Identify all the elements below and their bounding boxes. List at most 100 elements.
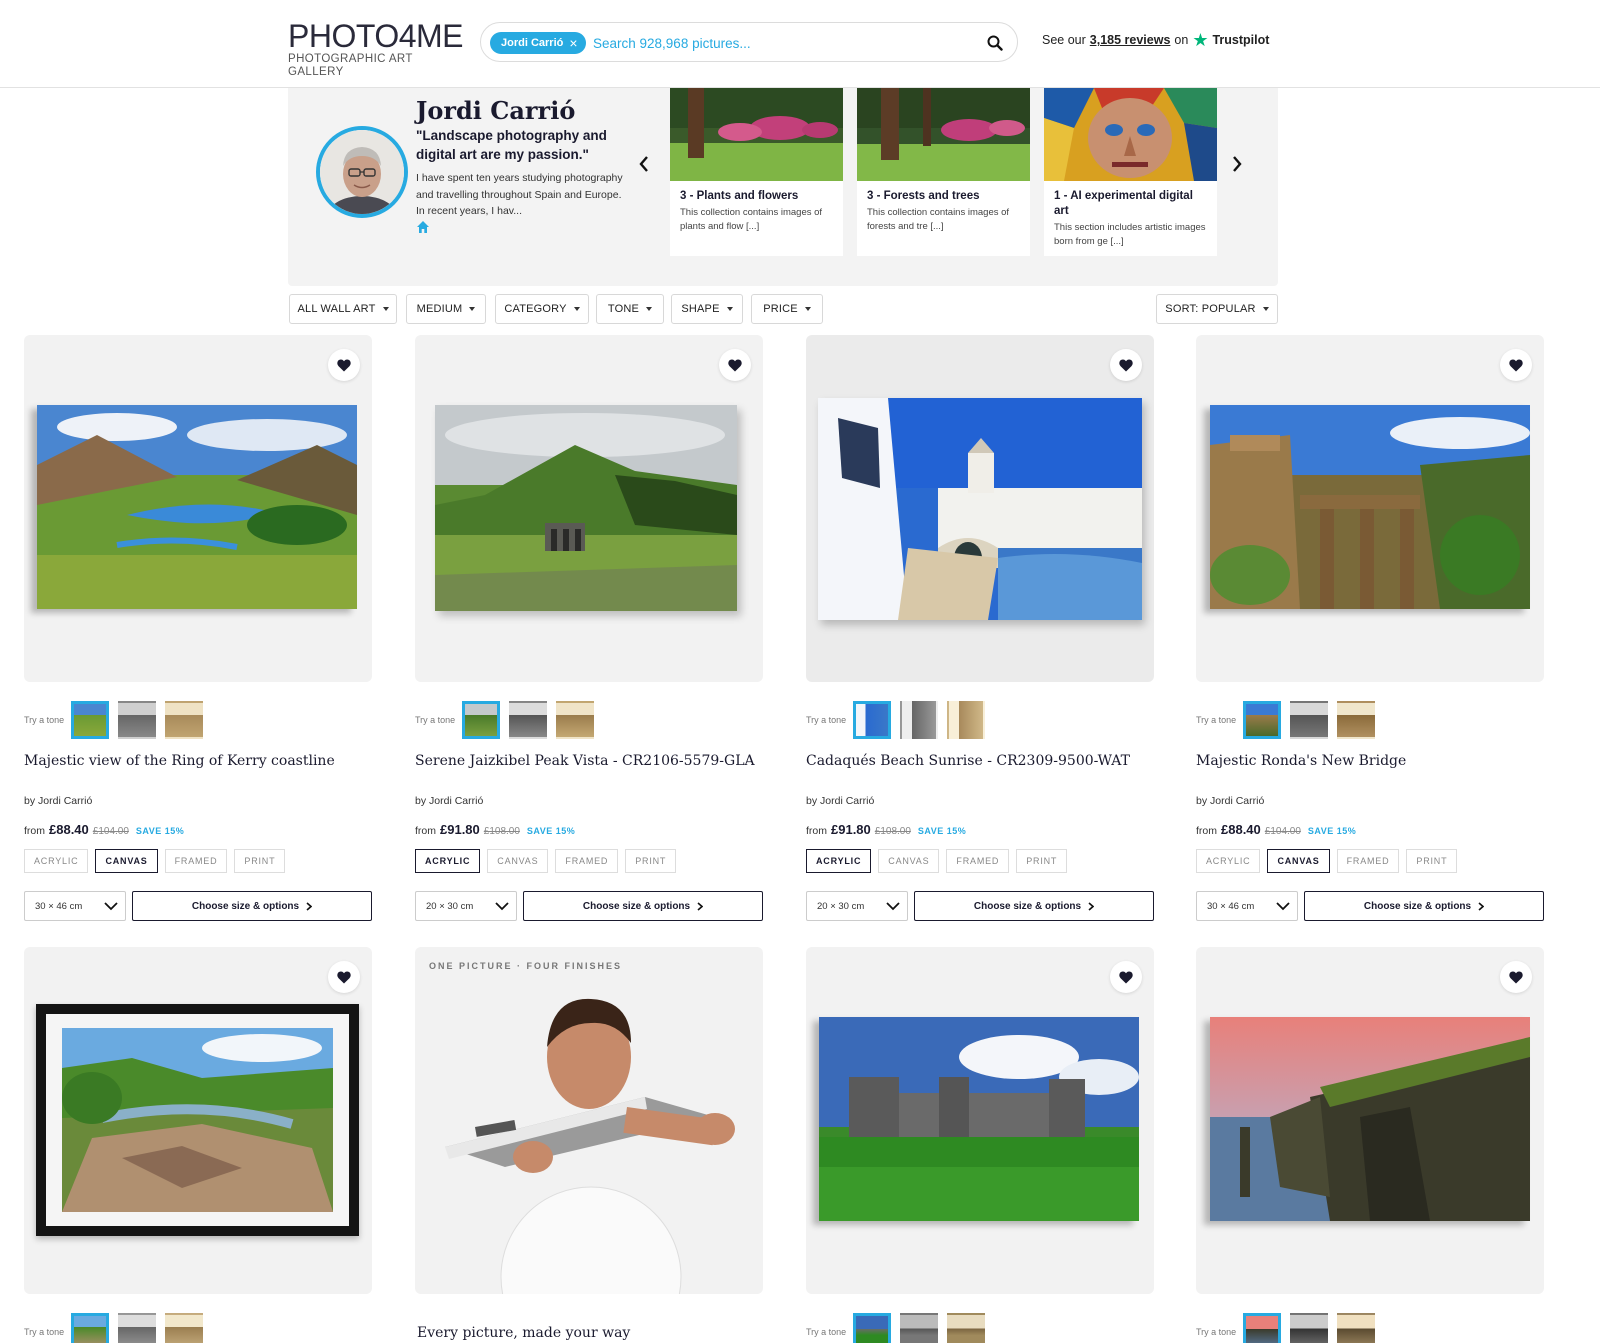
artist-bio: I have spent ten years studying photogra… — [416, 172, 623, 217]
finish-canvas[interactable]: CANVAS — [95, 849, 158, 873]
choose-size-button[interactable]: Choose size & options — [523, 891, 763, 921]
choose-size-button[interactable]: Choose size & options — [132, 891, 372, 921]
product-title[interactable]: Majestic Ronda's New Bridge — [1196, 753, 1544, 769]
tone-bw[interactable] — [118, 1313, 156, 1343]
finish-acrylic[interactable]: ACRYLIC — [806, 849, 872, 873]
tone-color[interactable] — [71, 701, 109, 739]
tone-sepia[interactable] — [1337, 701, 1375, 739]
acrylic-artwork — [435, 405, 737, 611]
product-image[interactable] — [24, 335, 372, 682]
artist-filter-chip[interactable]: Jordi Carrió × — [490, 32, 586, 54]
tone-sepia[interactable] — [1337, 1313, 1375, 1343]
favorite-button[interactable] — [1500, 961, 1532, 993]
promo-title[interactable]: Every picture, made your way — [417, 1325, 630, 1341]
filter-tone[interactable]: TONE — [596, 294, 664, 324]
size-select[interactable]: 30 × 46 cm — [1196, 891, 1298, 921]
heart-icon — [1119, 971, 1133, 983]
carousel-next-button[interactable] — [1225, 152, 1249, 176]
choose-size-button[interactable]: Choose size & options — [1304, 891, 1544, 921]
favorite-button[interactable] — [1500, 349, 1532, 381]
collection-card-plants[interactable]: 3 - Plants and flowers This collection c… — [670, 88, 843, 256]
artist-link[interactable]: Jordi Carrió — [1210, 795, 1264, 807]
chevron-right-icon — [697, 901, 704, 911]
collection-card-ai-art[interactable]: 1 - AI experimental digital art This sec… — [1044, 88, 1217, 256]
artist-link[interactable]: Jordi Carrió — [820, 795, 874, 807]
tone-color[interactable] — [1243, 701, 1281, 739]
product-title[interactable]: Serene Jaizkibel Peak Vista - CR2106-557… — [415, 753, 763, 769]
finish-print[interactable]: PRINT — [625, 849, 677, 873]
finish-acrylic[interactable]: ACRYLIC — [24, 849, 89, 873]
product-image[interactable] — [24, 947, 372, 1294]
reviews-link[interactable]: 3,185 reviews — [1090, 33, 1171, 47]
favorite-button[interactable] — [1110, 349, 1142, 381]
finish-framed[interactable]: FRAMED — [946, 849, 1010, 873]
finish-print[interactable]: PRINT — [1406, 849, 1458, 873]
tone-bw[interactable] — [1290, 1313, 1328, 1343]
product-image[interactable] — [1196, 947, 1544, 1294]
tone-bw[interactable] — [900, 701, 938, 739]
favorite-button[interactable] — [328, 961, 360, 993]
favorite-button[interactable] — [719, 349, 751, 381]
tone-bw[interactable] — [900, 1313, 938, 1343]
search-input[interactable] — [593, 31, 963, 55]
tone-color[interactable] — [462, 701, 500, 739]
product-title[interactable]: Cadaqués Beach Sunrise - CR2309-9500-WAT — [806, 753, 1154, 769]
finish-print[interactable]: PRINT — [234, 849, 286, 873]
caret-down-icon — [573, 307, 580, 311]
tone-bw[interactable] — [1290, 701, 1328, 739]
favorite-button[interactable] — [1110, 961, 1142, 993]
finish-framed[interactable]: FRAMED — [164, 849, 228, 873]
artist-link[interactable]: Jordi Carrió — [429, 795, 483, 807]
finish-canvas[interactable]: CANVAS — [1267, 849, 1330, 873]
artist-link[interactable]: Jordi Carrió — [38, 795, 92, 807]
size-select[interactable]: 20 × 30 cm — [415, 891, 517, 921]
product-title[interactable]: Majestic view of the Ring of Kerry coast… — [24, 753, 372, 769]
finish-print[interactable]: PRINT — [1016, 849, 1068, 873]
tone-color[interactable] — [71, 1313, 109, 1343]
sort-dropdown[interactable]: SORT: POPULAR — [1156, 294, 1278, 324]
tone-color[interactable] — [853, 1313, 891, 1343]
choose-size-button[interactable]: Choose size & options — [914, 891, 1154, 921]
finish-framed[interactable]: FRAMED — [555, 849, 619, 873]
tone-sepia[interactable] — [165, 1313, 203, 1343]
tone-color[interactable] — [1243, 1313, 1281, 1343]
caret-down-icon — [1262, 307, 1269, 311]
tone-sepia[interactable] — [947, 1313, 985, 1343]
tone-bw[interactable] — [509, 701, 547, 739]
collection-card-forests[interactable]: 3 - Forests and trees This collection co… — [857, 88, 1030, 256]
site-logo[interactable]: PHOTO4ME PHOTOGRAPHIC ART GALLERY — [288, 20, 464, 78]
filter-shape[interactable]: SHAPE — [671, 294, 743, 324]
size-select[interactable]: 20 × 30 cm — [806, 891, 908, 921]
tone-bw[interactable] — [118, 701, 156, 739]
artist-avatar[interactable] — [316, 126, 408, 218]
finish-canvas[interactable]: CANVAS — [487, 849, 549, 873]
finish-acrylic[interactable]: ACRYLIC — [1196, 849, 1261, 873]
tone-selector: Try a tone — [806, 1313, 994, 1343]
filter-price[interactable]: PRICE — [751, 294, 823, 324]
finish-acrylic[interactable]: ACRYLIC — [415, 849, 481, 873]
close-icon[interactable]: × — [569, 36, 577, 50]
product-image[interactable] — [806, 947, 1154, 1294]
acrylic-artwork — [818, 398, 1142, 620]
home-icon[interactable] — [416, 220, 430, 234]
favorite-button[interactable] — [328, 349, 360, 381]
filter-all-wall-art[interactable]: ALL WALL ART — [289, 294, 397, 324]
promo-image[interactable]: ONE PICTURE · FOUR FINISHES — [415, 947, 763, 1294]
carousel-prev-button[interactable] — [632, 152, 656, 176]
finish-framed[interactable]: FRAMED — [1336, 849, 1400, 873]
search-icon[interactable] — [983, 31, 1007, 55]
finish-canvas[interactable]: CANVAS — [878, 849, 940, 873]
product-image[interactable] — [806, 335, 1154, 682]
product-image[interactable] — [1196, 335, 1544, 682]
filter-category[interactable]: CATEGORY — [495, 294, 589, 324]
tone-color[interactable] — [853, 701, 891, 739]
tone-sepia[interactable] — [556, 701, 594, 739]
caret-down-icon — [646, 307, 653, 311]
product-image[interactable] — [415, 335, 763, 682]
trustpilot-brand: Trustpilot — [1212, 33, 1270, 47]
size-select[interactable]: 30 × 46 cm — [24, 891, 126, 921]
collection-desc: This collection contains images of plant… — [680, 207, 823, 232]
filter-medium[interactable]: MEDIUM — [406, 294, 486, 324]
tone-sepia[interactable] — [165, 701, 203, 739]
tone-sepia[interactable] — [947, 701, 985, 739]
